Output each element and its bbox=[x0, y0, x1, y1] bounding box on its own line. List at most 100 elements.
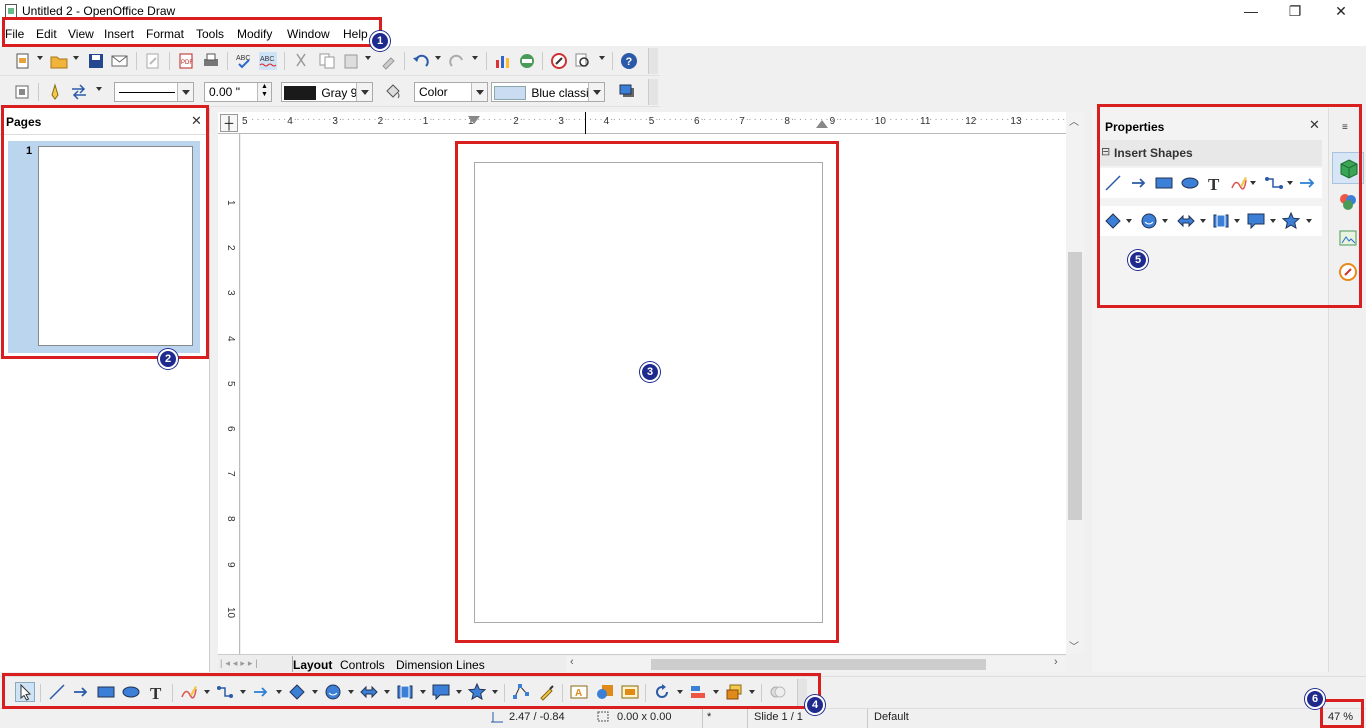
basic-shapes-draw-icon[interactable] bbox=[288, 683, 306, 701]
line-width-spinner[interactable]: ▲ ▼ bbox=[257, 83, 271, 101]
line-tool-icon[interactable] bbox=[1104, 174, 1122, 192]
stars-dropdown-arrow[interactable] bbox=[1306, 219, 1312, 223]
vertical-scroll-thumb[interactable] bbox=[1068, 252, 1082, 520]
symbol-shapes-draw-icon[interactable] bbox=[324, 683, 342, 701]
line-style-select[interactable] bbox=[114, 82, 194, 102]
fontwork-gallery-icon[interactable] bbox=[621, 683, 639, 701]
block-arrows-draw-dropdown-arrow[interactable] bbox=[384, 690, 390, 694]
horizontal-scrollbar[interactable]: ‹ › bbox=[566, 656, 1066, 672]
page-thumbnail-selected[interactable]: 1 bbox=[8, 141, 200, 353]
chart-icon[interactable] bbox=[494, 52, 512, 70]
properties-close-button[interactable]: ✕ bbox=[1309, 117, 1320, 133]
undo-icon[interactable] bbox=[412, 52, 430, 70]
print-icon[interactable] bbox=[202, 52, 220, 70]
copy-icon[interactable] bbox=[318, 52, 336, 70]
arrow-draw-icon[interactable] bbox=[72, 683, 90, 701]
flowchart-draw-icon[interactable] bbox=[396, 683, 414, 701]
menu-modify[interactable]: Modify bbox=[237, 27, 272, 41]
menu-format[interactable]: Format bbox=[146, 27, 184, 41]
toolbar-overflow-handle[interactable] bbox=[648, 48, 658, 74]
menu-help[interactable]: Help bbox=[343, 27, 368, 41]
callouts-draw-icon[interactable] bbox=[432, 683, 450, 701]
sidebar-menu-icon[interactable]: ≡ bbox=[1342, 122, 1348, 133]
scroll-up-arrow[interactable]: ︿ bbox=[1069, 113, 1079, 128]
insert-image-icon[interactable] bbox=[596, 683, 614, 701]
clone-formatting-icon[interactable] bbox=[380, 52, 398, 70]
autospellcheck-icon[interactable]: ABC bbox=[259, 52, 277, 70]
arrow-style-dropdown-arrow[interactable] bbox=[96, 87, 102, 91]
area-fill-select[interactable]: Blue classic bbox=[491, 82, 605, 102]
rotate-dropdown-arrow[interactable] bbox=[677, 690, 683, 694]
zoom-dropdown-arrow[interactable] bbox=[599, 56, 605, 60]
arrange-dropdown-arrow[interactable] bbox=[749, 690, 755, 694]
redo-icon[interactable] bbox=[448, 52, 466, 70]
menu-insert[interactable]: Insert bbox=[104, 27, 134, 41]
new-dropdown-arrow[interactable] bbox=[37, 56, 43, 60]
left-indent-marker[interactable] bbox=[468, 116, 480, 124]
connector-draw-dropdown-arrow[interactable] bbox=[240, 690, 246, 694]
flowchart-draw-dropdown-arrow[interactable] bbox=[420, 690, 426, 694]
connector-dropdown-arrow[interactable] bbox=[1287, 181, 1293, 185]
scroll-right-arrow[interactable]: › bbox=[1054, 656, 1058, 668]
right-indent-marker[interactable] bbox=[816, 120, 828, 128]
symbol-shapes-draw-dropdown-arrow[interactable] bbox=[348, 690, 354, 694]
flowchart-dropdown-arrow[interactable] bbox=[1234, 219, 1240, 223]
navigator-icon[interactable] bbox=[550, 52, 568, 70]
paste-icon[interactable] bbox=[342, 52, 360, 70]
menu-tools[interactable]: Tools bbox=[196, 27, 224, 41]
restore-button[interactable]: ❐ bbox=[1272, 0, 1318, 24]
lines-arrows-dropdown-arrow[interactable] bbox=[276, 690, 282, 694]
line-draw-icon[interactable] bbox=[48, 683, 66, 701]
insert-shapes-header[interactable]: ⊟ Insert Shapes bbox=[1100, 140, 1322, 166]
fontwork-icon[interactable]: A bbox=[570, 683, 588, 701]
rotate-icon[interactable] bbox=[653, 683, 671, 701]
left-splitter[interactable] bbox=[210, 108, 218, 672]
gallery-icon[interactable] bbox=[518, 52, 536, 70]
menu-view[interactable]: View bbox=[68, 27, 94, 41]
tab-dimension-lines[interactable]: Dimension Lines bbox=[396, 658, 485, 672]
tab-navigation-buttons[interactable]: |◂◂▸▸| bbox=[220, 658, 261, 669]
tab-layout[interactable]: Layout bbox=[293, 658, 332, 672]
callouts-dropdown-arrow[interactable] bbox=[1270, 219, 1276, 223]
arrow-style-icon[interactable] bbox=[70, 83, 88, 101]
symbol-shapes-icon[interactable] bbox=[1140, 212, 1158, 230]
block-arrows-icon[interactable] bbox=[1176, 212, 1196, 230]
stars-draw-icon[interactable] bbox=[468, 683, 486, 701]
curve-draw-dropdown-arrow[interactable] bbox=[204, 690, 210, 694]
stars-draw-dropdown-arrow[interactable] bbox=[492, 690, 498, 694]
rectangle-draw-icon[interactable] bbox=[97, 683, 115, 701]
line-color-select[interactable]: Gray 9 bbox=[281, 82, 373, 102]
ellipse-tool-icon[interactable] bbox=[1180, 174, 1200, 192]
navigator-tab-icon[interactable] bbox=[1338, 262, 1358, 282]
area-style-select[interactable]: Color bbox=[414, 82, 488, 102]
glue-points-icon[interactable] bbox=[538, 683, 556, 701]
curve-draw-icon[interactable] bbox=[180, 683, 198, 701]
open-folder-icon[interactable] bbox=[50, 52, 68, 70]
menu-window[interactable]: Window bbox=[287, 27, 330, 41]
basic-shapes-icon[interactable] bbox=[1104, 212, 1122, 230]
export-pdf-icon[interactable]: PDF bbox=[177, 52, 195, 70]
cut-icon[interactable] bbox=[292, 52, 310, 70]
new-document-icon[interactable] bbox=[14, 52, 32, 70]
redo-dropdown-arrow[interactable] bbox=[472, 56, 478, 60]
line-icon[interactable] bbox=[46, 83, 64, 101]
basic-shapes-dropdown-arrow[interactable] bbox=[1126, 219, 1132, 223]
drawing-canvas[interactable] bbox=[241, 134, 1066, 654]
extrusion-icon[interactable] bbox=[769, 683, 787, 701]
arrow-tool-icon[interactable] bbox=[1130, 174, 1148, 192]
arrange-icon[interactable] bbox=[725, 683, 743, 701]
curve-dropdown-arrow[interactable] bbox=[1250, 181, 1256, 185]
document-modified-indicator[interactable]: * bbox=[707, 711, 711, 723]
zoom-icon[interactable] bbox=[574, 52, 592, 70]
lines-arrows-tool-icon[interactable] bbox=[1298, 174, 1318, 192]
area-fill-icon[interactable] bbox=[384, 83, 402, 101]
save-icon[interactable] bbox=[87, 52, 105, 70]
open-dropdown-arrow[interactable] bbox=[73, 56, 79, 60]
select-arrow-icon[interactable] bbox=[15, 682, 35, 702]
align-dropdown-arrow[interactable] bbox=[713, 690, 719, 694]
stars-icon[interactable] bbox=[1282, 212, 1300, 230]
spellcheck-icon[interactable]: ABC bbox=[235, 52, 253, 70]
edit-file-icon[interactable] bbox=[144, 52, 162, 70]
flowchart-icon[interactable] bbox=[1212, 212, 1230, 230]
gallery-tab-icon[interactable] bbox=[1338, 228, 1358, 248]
